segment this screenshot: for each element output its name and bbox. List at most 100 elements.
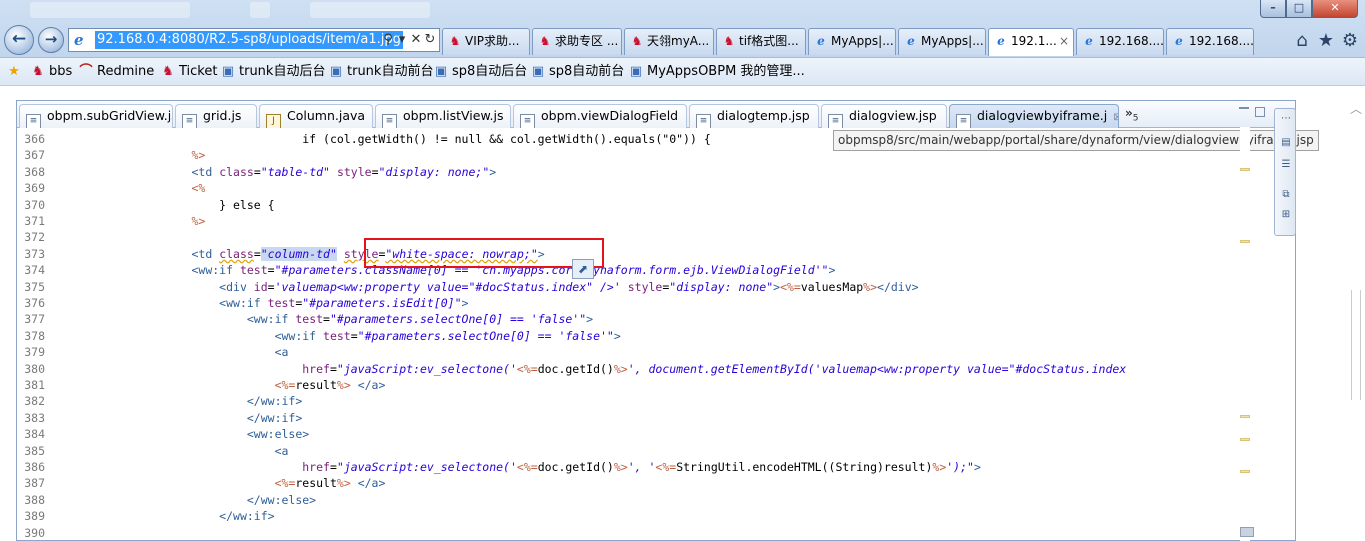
line-number: 386 — [24, 460, 45, 474]
minimize-button[interactable]: – — [1260, 0, 1286, 18]
editor-tab[interactable]: J Column.java — [259, 104, 373, 128]
favorite-link[interactable]: ▣ trunk自动后台 — [220, 63, 326, 81]
favorite-link[interactable]: ▣ sp8自动前台 — [530, 63, 624, 81]
favorite-link[interactable]: ▣ trunk自动前台 — [328, 63, 434, 81]
line-number: 390 — [24, 525, 45, 540]
editor-tab[interactable]: ≡ obpm.viewDialogField — [513, 104, 687, 128]
code-token: <ww:if — [191, 263, 240, 278]
browser-tab-label: 192.168.... — [1189, 34, 1254, 48]
code-text: </ww:if> — [53, 393, 302, 409]
code-line: 368 <td class="table-td" style="display:… — [17, 164, 1241, 180]
code-token: <a — [274, 345, 289, 360]
favorite-link[interactable]: ♞ bbs — [30, 63, 72, 81]
browser-tab-label: 192.1... — [1011, 34, 1057, 48]
favorite-link[interactable]: ♞ Ticket — [160, 63, 217, 81]
editor-tab[interactable]: ≡ obpm.listView.js — [375, 104, 511, 128]
code-text: </ww:if> — [53, 410, 302, 426]
code-line: 376 <ww:if test="#parameters.isEdit[0]"> — [17, 295, 1241, 311]
editor-tab[interactable]: ≡ obpm.subGridView.js — [19, 104, 173, 128]
maximize-editor-icon[interactable] — [1255, 107, 1265, 117]
code-token: 'valuemap<ww:property value="#docStatus.… — [274, 279, 621, 294]
close-tab-icon[interactable]: ⊠ — [1113, 107, 1118, 128]
line-number: 383 — [24, 410, 45, 425]
restore-icon[interactable]: ⧉ — [1279, 189, 1293, 201]
home-icon[interactable]: ⌂ — [1290, 30, 1314, 52]
jsp-file-icon: ≡ — [828, 114, 843, 128]
browser-tab[interactable]: e 192.168.... — [1076, 28, 1164, 55]
favorite-link[interactable]: ⌒ Redmine — [78, 63, 154, 81]
favorite-label: trunk自动前台 — [347, 64, 434, 79]
code-token: <% — [191, 181, 206, 196]
refresh-icon[interactable]: ↻ — [423, 31, 437, 49]
search-icon[interactable]: ⚲ — [381, 31, 395, 49]
code-token: </ww:else> — [246, 492, 317, 507]
browser-tab[interactable]: e MyApps|... — [808, 28, 896, 55]
address-bar[interactable]: e 92.168.0.4:8080/R2.5-sp8/uploads/item/… — [68, 28, 440, 52]
editor-tab[interactable]: ≡ grid.js — [175, 104, 257, 128]
browser-tab[interactable]: ♞ 求助专区 ... — [532, 28, 622, 55]
maximize-button[interactable]: □ — [1286, 0, 1312, 18]
dropdown-icon[interactable]: ▾ — [395, 31, 409, 49]
bbs-icon: ♞ — [449, 34, 461, 48]
code-token: ');" — [946, 460, 974, 474]
editor-tab[interactable]: ≡ dialogview.jsp — [821, 104, 947, 128]
browser-tab[interactable]: ♞ 天翎myA... — [624, 28, 714, 55]
ruler-mark — [1240, 415, 1250, 418]
minimize-editor-icon[interactable] — [1239, 107, 1249, 115]
favorite-link[interactable]: ▣ MyAppsOBPM 我的管理... — [628, 63, 805, 81]
editor-tab-label: dialogtemp.jsp — [717, 108, 810, 123]
favorites-star-icon[interactable]: ★ — [6, 63, 25, 81]
code-token: result — [295, 476, 337, 491]
code-token: = — [267, 263, 275, 278]
code-token: } else { — [53, 197, 275, 212]
browser-tab[interactable]: e 192.1... × — [988, 28, 1074, 56]
browser-tab[interactable]: ♞ tif格式图... — [716, 28, 806, 55]
ruler-mark — [1240, 438, 1250, 441]
close-tab-icon[interactable]: × — [1059, 29, 1069, 53]
code-line: 389 </ww:if> — [17, 508, 1241, 524]
code-token: <ww:if — [274, 328, 324, 343]
editor-tab[interactable]: ≡ dialogtemp.jsp — [689, 104, 819, 128]
browser-tab[interactable]: e 192.168.... — [1166, 28, 1254, 55]
code-token: <%= — [274, 476, 296, 491]
hierarchy-icon[interactable]: ⊞ — [1279, 209, 1293, 221]
code-token: = — [329, 460, 337, 474]
bbs-icon: ♞ — [723, 34, 735, 48]
code-token: valuesMap — [800, 279, 864, 294]
browser-scrollbar[interactable]: ︿ — [1347, 100, 1365, 541]
menu-icon[interactable]: ⋯ — [1279, 113, 1293, 125]
scroll-up-icon[interactable]: ︿ — [1350, 100, 1362, 117]
line-number: 378 — [24, 328, 45, 343]
editor-scroll-thumb[interactable] — [1240, 527, 1254, 537]
browser-tab-label: MyApps|... — [831, 34, 894, 48]
favorites-bar: ★ ♞ bbs ⌒ Redmine ♞ Ticket ▣ trunk自动后台 ▣ trunk自动前台… — [0, 57, 1365, 85]
code-token: style — [336, 164, 372, 179]
close-window-button[interactable]: ✕ — [1312, 0, 1358, 18]
list-icon[interactable]: ☰ — [1279, 159, 1293, 171]
code-token: <%= — [655, 460, 677, 474]
gear-icon[interactable]: ⚙ — [1338, 30, 1362, 52]
browser-tab[interactable]: ♞ VIP求助... — [442, 28, 530, 55]
scroll-track[interactable] — [1351, 290, 1361, 400]
more-tabs-button[interactable]: »5 — [1125, 106, 1139, 123]
code-area[interactable]: 366 if (col.getWidth() != null && col.ge… — [17, 129, 1241, 541]
browser-tab-label: MyApps|... — [921, 34, 984, 48]
line-number: 380 — [24, 361, 45, 376]
address-url[interactable]: 92.168.0.4:8080/R2.5-sp8/uploads/item/a1… — [95, 31, 403, 49]
forward-button[interactable]: → — [38, 27, 64, 53]
blurred-title — [30, 2, 190, 18]
code-token: </ww:if> — [246, 410, 303, 425]
code-token: > — [461, 296, 469, 310]
browser-tab[interactable]: e MyApps|... — [898, 28, 986, 55]
code-text: } else { — [53, 197, 275, 213]
editor-tab[interactable]: ≡ dialogviewbyiframe.j ⊠ — [949, 104, 1119, 128]
star-icon[interactable]: ★ — [1314, 30, 1338, 52]
favorite-link[interactable]: ▣ sp8自动后台 — [433, 63, 527, 81]
outline-icon[interactable]: ▤ — [1279, 137, 1293, 149]
stop-icon[interactable]: ✕ — [409, 31, 423, 49]
browser-tab-label: 天翎myA... — [647, 34, 710, 48]
back-button[interactable]: ← — [4, 25, 34, 55]
